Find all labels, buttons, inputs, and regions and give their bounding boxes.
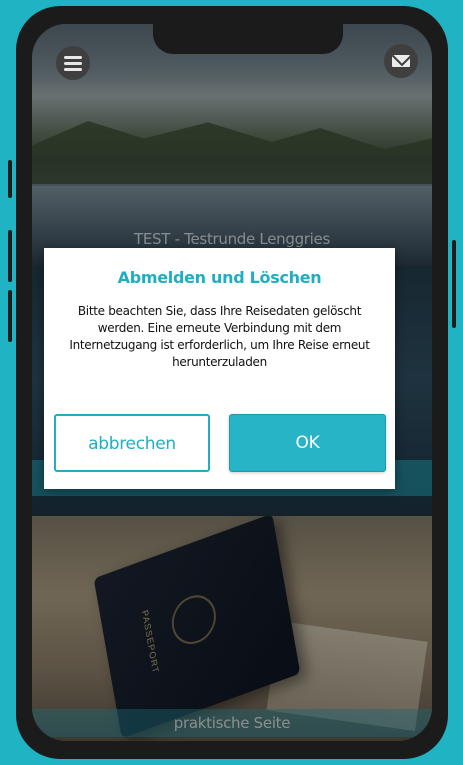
cancel-button[interactable]: abbrechen xyxy=(54,414,210,472)
phone-power-button xyxy=(452,240,456,328)
dialog-title: Abmelden und Löschen xyxy=(117,268,322,287)
logout-delete-dialog: Abmelden und Löschen Bitte beachten Sie,… xyxy=(44,248,395,489)
envelope-icon[interactable] xyxy=(384,44,418,78)
menu-line xyxy=(64,68,82,71)
phone-side-button-top xyxy=(8,160,12,198)
menu-line xyxy=(64,56,82,59)
hamburger-menu-icon[interactable] xyxy=(56,46,90,80)
dialog-message: Bitte beachten Sie, dass Ihre Reisedaten… xyxy=(69,304,370,369)
phone-side-button-bottom xyxy=(8,290,12,342)
menu-line xyxy=(64,62,82,65)
phone-side-button-middle xyxy=(8,230,12,282)
phone-notch xyxy=(153,24,343,54)
ok-button[interactable]: OK xyxy=(229,414,386,472)
envelope-shape xyxy=(392,55,410,67)
